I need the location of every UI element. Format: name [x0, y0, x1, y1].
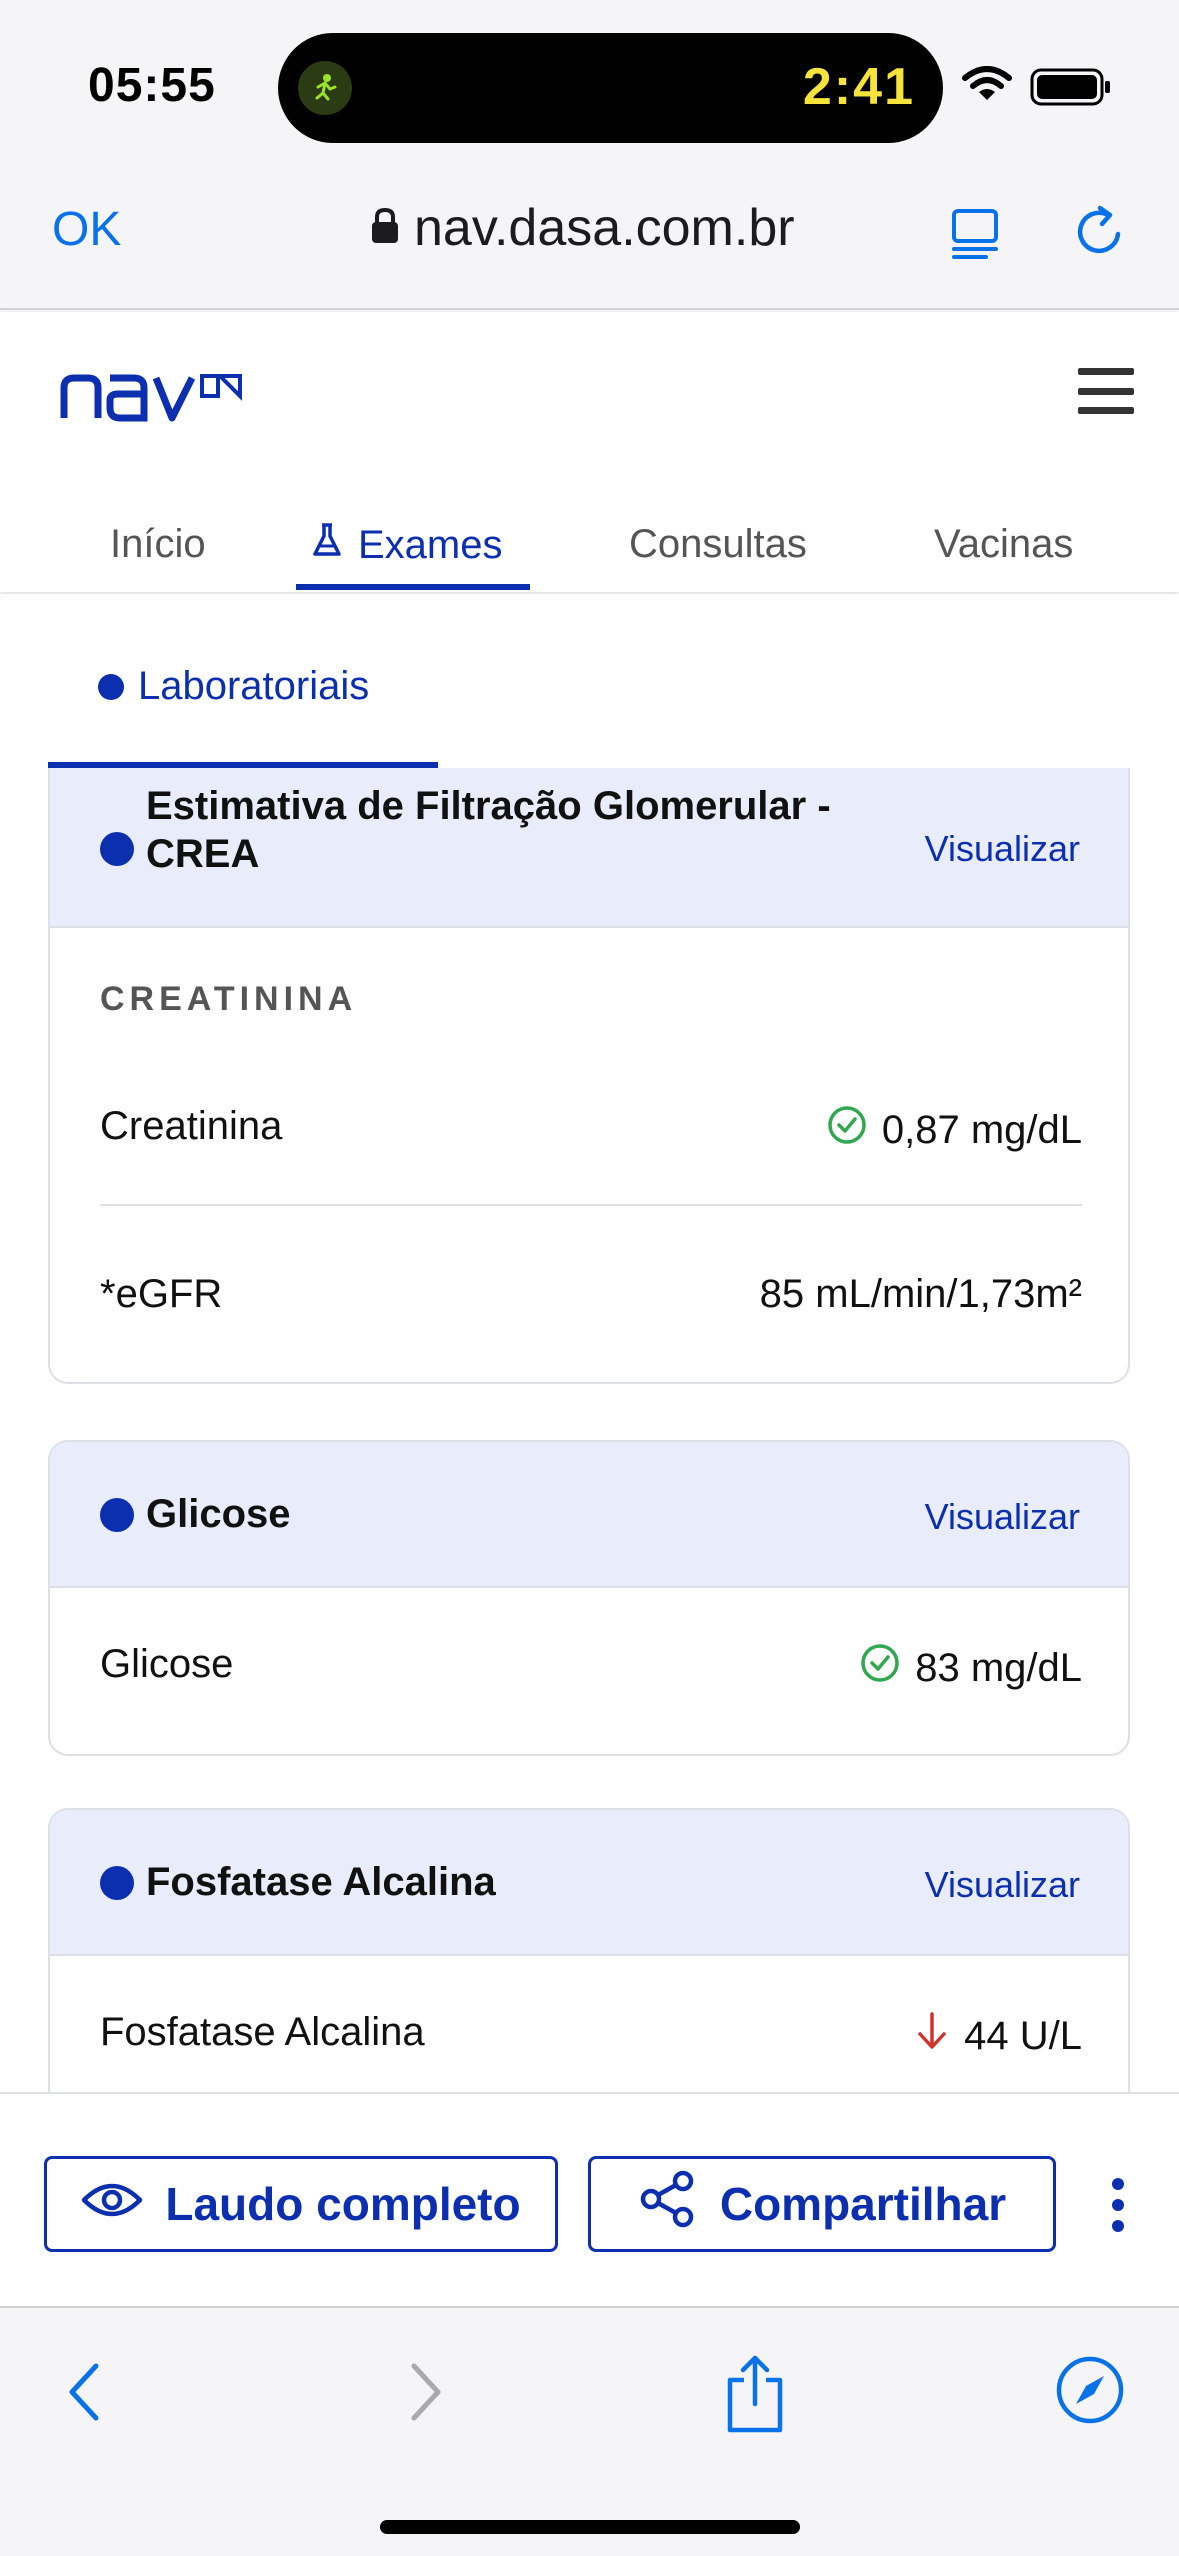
exam-card-header: Fosfatase Alcalina Visualizar	[50, 1810, 1128, 1956]
reload-icon[interactable]	[1070, 202, 1130, 267]
status-time: 05:55	[88, 59, 216, 112]
check-circle-icon	[826, 1104, 868, 1156]
share-button[interactable]: Compartilhar	[588, 2156, 1056, 2252]
result-row: Glicose 83 mg/dL	[100, 1642, 1082, 1690]
main-tabs: Início Exames Consultas Vacinas	[0, 512, 1179, 592]
tab-consultas[interactable]: Consultas	[629, 522, 807, 567]
status-bar: 05:55 2:41	[0, 0, 1179, 160]
subtab-laboratoriais[interactable]: Laboratoriais	[98, 664, 369, 709]
exam-dot	[100, 1866, 134, 1900]
share-label: Compartilhar	[719, 2178, 1007, 2230]
exam-card-header: Estimativa de Filtração Glomerular - CRE…	[50, 768, 1128, 928]
result-value: 85 mL/min/1,73m²	[759, 1272, 1082, 1316]
arrow-down-icon	[914, 2010, 950, 2062]
visualizar-link[interactable]: Visualizar	[925, 1864, 1080, 1906]
section-label: CREATININA	[100, 980, 358, 1018]
share-nodes-icon	[638, 2169, 698, 2240]
done-button[interactable]: OK	[52, 202, 121, 257]
row-divider	[100, 1204, 1082, 1206]
eye-icon	[81, 2177, 143, 2231]
result-name: *eGFR	[100, 1272, 223, 1316]
result-row: Fosfatase Alcalina 44 U/L	[100, 2010, 1082, 2058]
more-options-icon[interactable]	[1108, 2178, 1128, 2232]
active-tab-indicator	[296, 584, 530, 590]
dynamic-island[interactable]: 2:41	[278, 33, 943, 143]
tab-inicio[interactable]: Início	[110, 522, 206, 567]
back-icon[interactable]	[60, 2352, 110, 2437]
result-name: Glicose	[100, 1642, 234, 1686]
exam-card-crea: Estimativa de Filtração Glomerular - CRE…	[48, 768, 1130, 1384]
tab-exames[interactable]: Exames	[312, 522, 503, 568]
battery-icon	[1030, 68, 1112, 111]
lock-icon	[370, 198, 400, 258]
exam-title: Glicose	[146, 1492, 291, 1536]
exam-card-header: Glicose Visualizar	[50, 1442, 1128, 1588]
result-value: 44 U/L	[964, 2013, 1082, 2058]
subtab-dot	[98, 673, 124, 700]
island-timer: 2:41	[802, 58, 915, 116]
subtab-label: Laboratoriais	[138, 664, 370, 708]
tab-exames-label: Exames	[358, 522, 503, 567]
exam-dot	[100, 832, 134, 866]
activity-icon	[298, 61, 352, 115]
home-indicator	[380, 2520, 800, 2534]
result-row: Creatinina 0,87 mg/dL	[100, 1104, 1082, 1152]
exam-title: Estimativa de Filtração Glomerular - CRE…	[146, 784, 831, 876]
wifi-icon	[962, 66, 1012, 107]
exam-card-fosfatase: Fosfatase Alcalina Visualizar Fosfatase …	[48, 1808, 1130, 2094]
share-icon[interactable]	[722, 2352, 788, 2441]
url-text: nav.dasa.com.br	[414, 199, 795, 257]
visualizar-link[interactable]: Visualizar	[925, 1496, 1080, 1538]
flask-icon	[312, 522, 342, 568]
exam-dot	[100, 1498, 134, 1532]
site-header: Início Exames Consultas Vacinas	[0, 312, 1179, 592]
hamburger-icon[interactable]	[1078, 368, 1134, 414]
result-name: Fosfatase Alcalina	[100, 2010, 425, 2054]
full-report-label: Laudo completo	[165, 2178, 521, 2230]
visualizar-link[interactable]: Visualizar	[925, 828, 1080, 870]
forward-icon[interactable]	[400, 2352, 450, 2437]
result-value: 0,87 mg/dL	[881, 1107, 1082, 1152]
exam-title: Fosfatase Alcalina	[146, 1860, 496, 1904]
compass-icon[interactable]	[1054, 2354, 1126, 2431]
reader-icon[interactable]	[950, 205, 1006, 266]
tab-vacinas[interactable]: Vacinas	[934, 522, 1073, 567]
exam-results: Laboratoriais Estimativa de Filtração Gl…	[0, 594, 1179, 2094]
result-value: 83 mg/dL	[915, 1645, 1082, 1690]
result-name: Creatinina	[100, 1104, 283, 1148]
nav-dasa-logo[interactable]	[60, 366, 250, 431]
check-circle-icon	[859, 1642, 901, 1694]
address-bar: OK nav.dasa.com.br	[0, 160, 1179, 310]
action-bar: Laudo completo Compartilhar	[0, 2092, 1179, 2306]
exam-card-glicose: Glicose Visualizar Glicose 83 mg/dL	[48, 1440, 1130, 1756]
full-report-button[interactable]: Laudo completo	[44, 2156, 558, 2252]
result-row: *eGFR 85 mL/min/1,73m²	[100, 1272, 1082, 1317]
url-field[interactable]: nav.dasa.com.br	[370, 198, 795, 258]
browser-toolbar	[0, 2306, 1179, 2556]
